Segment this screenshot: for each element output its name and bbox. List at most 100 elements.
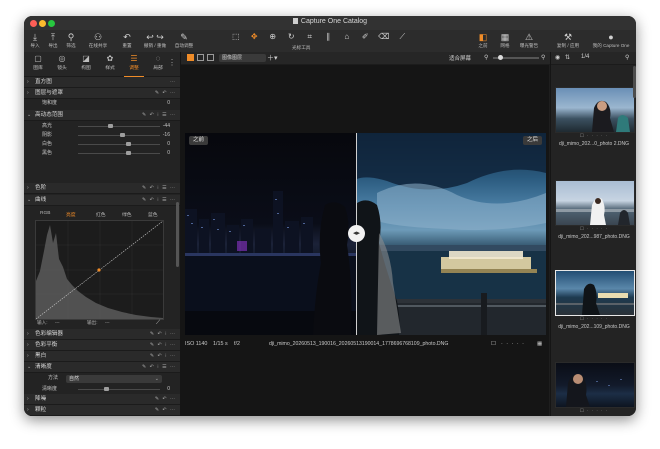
section-levels[interactable]: › 色阶 ✎ ↶ ⁝ ☰ ⋯ <box>24 183 180 194</box>
section-actions-icons[interactable]: ✎ ↶ ⁝ ⋯ <box>150 351 176 361</box>
curve-tab-luma[interactable]: 亮度 <box>66 211 76 218</box>
section-actions-icons[interactable]: ✎ ↶ ⋯ <box>155 394 176 404</box>
thumbnail-4-rating[interactable]: ☐ · · · · · <box>551 408 636 416</box>
eye-icon[interactable]: ◉ <box>555 54 560 61</box>
tab-adjust[interactable]: ☰ 调整 <box>122 54 146 77</box>
hdr-shadow-slider[interactable] <box>78 133 160 137</box>
hdr-white-value[interactable]: 0 <box>167 140 170 149</box>
filmstrip-scrollbar[interactable] <box>633 66 636 98</box>
grid-view-icon[interactable] <box>187 54 194 61</box>
hdr-highlight-value[interactable]: -44 <box>163 122 170 131</box>
picker-cursor-icon[interactable]: ⟋ <box>396 32 410 42</box>
hdr-highlight-slider[interactable] <box>78 124 160 128</box>
zoom-cursor-icon[interactable]: ⊕ <box>266 32 280 42</box>
section-actions-icons[interactable]: ✎ ↶ ⁝ ☰ ⋯ <box>142 195 176 205</box>
tab-styles[interactable]: ✿ 样式 <box>98 54 122 71</box>
zoom-slider[interactable] <box>493 55 539 60</box>
split-handle-icon[interactable]: ◂▸ <box>348 225 365 242</box>
eraser-cursor-icon[interactable]: ⌫ <box>377 32 391 42</box>
slider-knob[interactable] <box>126 151 131 155</box>
slider-knob[interactable] <box>126 142 131 146</box>
tab-composition[interactable]: ◪ 构图 <box>74 54 98 71</box>
select-checkbox-icon[interactable]: ☐ <box>491 341 496 347</box>
hdr-shadow-value[interactable]: -16 <box>163 131 170 140</box>
brush-cursor-icon[interactable]: ✐ <box>359 32 373 42</box>
rating-dots[interactable]: · · · · · <box>501 341 525 347</box>
exposure-warning-button[interactable]: ⚠ 曝光警告 <box>516 32 542 49</box>
curve-tab-red[interactable]: 红色 <box>96 211 106 218</box>
before-button[interactable]: ◧ 之前 <box>474 32 492 49</box>
hdr-black-value[interactable]: 0 <box>167 149 170 158</box>
curve-tab-blue[interactable]: 蓝色 <box>148 211 158 218</box>
thumbnail-2-rating[interactable]: ☐ · · · · · <box>551 226 636 234</box>
sort-icon[interactable]: ⇅ <box>565 54 570 61</box>
import-button[interactable]: ⤓ 导入 <box>26 32 44 49</box>
hdr-black-slider[interactable] <box>78 151 160 155</box>
section-actions-icons[interactable]: ✎ ↶ ⁝ ⋯ <box>150 340 176 350</box>
clarity-method-select[interactable]: 自然 ⌄ <box>66 375 162 383</box>
section-layers[interactable]: › 图层与遮罩 ✎ ↶ ⋯ <box>24 88 180 99</box>
zoom-in-icon[interactable]: ⚲ <box>541 54 545 61</box>
thumbnail-3-rating[interactable]: ☐ · · · · · <box>551 316 636 324</box>
tab-library[interactable]: ▢ 图库 <box>26 54 50 71</box>
rotate-cursor-icon[interactable]: ↻ <box>285 32 299 42</box>
section-denoise[interactable]: › 降噪 ✎ ↶ ⋯ <box>24 394 180 405</box>
image-viewer[interactable]: ◂▸ 之前 之后 ISO 1140 1/15 s f/2 dji_mimo_20… <box>181 65 549 416</box>
section-actions-icons[interactable]: ✎ ↶ ⁝ ☰ ⋯ <box>142 362 176 372</box>
thumbnail-4[interactable] <box>555 362 635 408</box>
select-cursor-icon[interactable]: ⬚ <box>229 32 243 42</box>
thumbnail-3[interactable] <box>555 270 635 316</box>
share-button[interactable]: ⚇ 在线共享 <box>84 32 112 49</box>
section-clarity[interactable]: ⌄ 清晰度 ✎ ↶ ⁝ ☰ ⋯ <box>24 362 180 373</box>
section-actions-icons[interactable]: ✎ ↶ ⁝ ☰ ⋯ <box>142 110 176 120</box>
section-hdr[interactable]: ⌄ 高动态范围 ✎ ↶ ⁝ ☰ ⋯ <box>24 110 180 121</box>
clarity-slider[interactable] <box>78 387 160 391</box>
info-menu-icon[interactable]: ▦ <box>537 341 542 347</box>
section-histogram[interactable]: › 直方图 ⋯ <box>24 77 180 88</box>
hdr-white-slider[interactable] <box>78 142 160 146</box>
auto-adjust-button[interactable]: ✎ 自动调整 <box>172 32 196 49</box>
thumbnail-2[interactable] <box>555 180 635 226</box>
compare-view-icon[interactable] <box>207 54 214 61</box>
copy-apply-button[interactable]: ⚒ 复制 / 应用 <box>554 32 582 49</box>
more-tabs-icon[interactable]: ⋮ <box>168 58 176 67</box>
single-view-icon[interactable] <box>197 54 204 61</box>
curve-point[interactable] <box>97 268 101 272</box>
undo-redo-button[interactable]: ↩ ↪ 撤销 / 重做 <box>140 32 170 49</box>
zoom-slider-knob[interactable] <box>498 55 503 60</box>
crop-cursor-icon[interactable]: ⌗ <box>303 32 317 42</box>
slider-knob[interactable] <box>120 133 125 137</box>
fit-screen-label[interactable]: 适合屏幕 <box>449 54 471 62</box>
section-menu-icon[interactable]: ⋯ <box>170 77 176 87</box>
reset-button[interactable]: ↶ 重置 <box>118 32 136 49</box>
add-layer-button[interactable]: ＋▾ <box>267 53 278 63</box>
export-button[interactable]: ⤒ 导出 <box>44 32 62 49</box>
layer-select[interactable]: 图像图层 <box>219 54 266 62</box>
section-actions-icons[interactable]: ✎ ↶ ⋯ <box>155 88 176 98</box>
zoom-out-icon[interactable]: ⚲ <box>484 54 488 61</box>
section-actions-icons[interactable]: ✎ ↶ ⁝ ⋯ <box>150 329 176 339</box>
grid-button[interactable]: ▦ 网格 <box>496 32 514 49</box>
section-actions-icons[interactable]: ✎ ↶ ⋯ <box>155 405 176 415</box>
pan-cursor-icon[interactable]: ✥ <box>248 32 262 42</box>
section-actions-icons[interactable]: ✎ ↶ ⁝ ☰ ⋯ <box>142 183 176 193</box>
panel-scrollbar[interactable] <box>176 202 179 267</box>
section-curve[interactable]: ⌄ 曲线 ✎ ↶ ⁝ ☰ ⋯ <box>24 195 180 206</box>
photo-canvas[interactable]: ◂▸ 之前 之后 <box>185 133 546 335</box>
curve-graph[interactable] <box>35 220 164 320</box>
curve-tab-green[interactable]: 绿色 <box>122 211 132 218</box>
slider-knob[interactable] <box>108 124 113 128</box>
thumbnail-1[interactable] <box>555 87 635 133</box>
curve-tab-rgb[interactable]: RGB <box>40 211 50 216</box>
section-bw[interactable]: › 黑白 ✎ ↶ ⁝ ⋯ <box>24 351 180 362</box>
section-color-editor[interactable]: › 色彩编辑器 ✎ ↶ ⁝ ⋯ <box>24 329 180 340</box>
filmstrip-search-icon[interactable]: ⚲ <box>625 54 629 61</box>
straighten-cursor-icon[interactable]: ∥ <box>322 32 336 42</box>
tab-lens[interactable]: ◎ 镜头 <box>50 54 74 71</box>
curve-editor[interactable] <box>35 220 164 320</box>
thumbnail-1-rating[interactable]: ☐ · · · · · <box>551 133 636 141</box>
slider-knob[interactable] <box>104 387 109 391</box>
clarity-value[interactable]: 0 <box>167 385 170 394</box>
tab-local[interactable]: ◌ 局部 <box>146 54 170 71</box>
curve-picker-icon[interactable]: ⟋ <box>156 320 160 327</box>
